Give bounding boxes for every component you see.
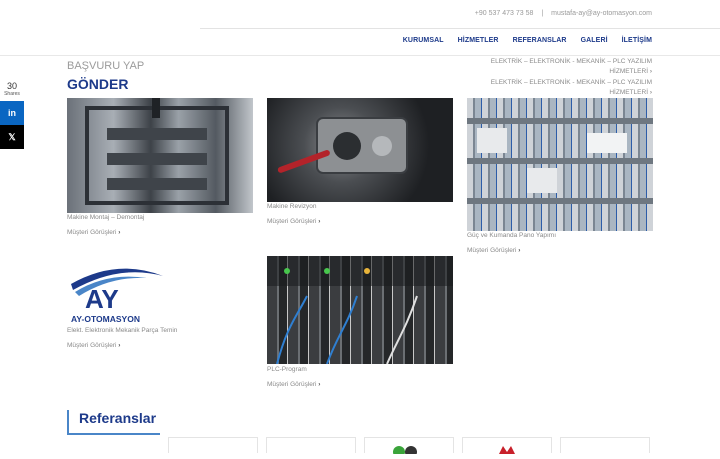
send-button[interactable]: GÖNDER: [67, 76, 128, 92]
customer-reviews-link[interactable]: Müşteri Görüşleri ›: [67, 342, 120, 349]
services-line: ELEKTRİK – ELEKTRONİK - MEKANİK – PLC YA…: [490, 79, 652, 86]
chevron-right-icon: ›: [318, 218, 321, 225]
ay-logo-graphic: AY AY-OTOMASYON: [71, 268, 163, 324]
share-sidebar: 30 Shares in 𝕏: [0, 82, 24, 149]
references-accent-bar: [67, 410, 69, 434]
chevron-right-icon: ›: [118, 229, 121, 236]
customer-reviews-link[interactable]: Müşteri Görüşleri ›: [467, 247, 520, 254]
customer-reviews-link[interactable]: Müşteri Görüşleri ›: [267, 218, 320, 225]
chevron-right-icon: ›: [318, 381, 321, 388]
electrical-panel-photo[interactable]: [467, 98, 653, 231]
chevron-right-icon: ›: [649, 89, 652, 96]
nav-kurumsal[interactable]: KURUMSAL: [403, 37, 444, 44]
services-line: ELEKTRİK – ELEKTRONİK - MEKANİK – PLC YA…: [490, 58, 652, 65]
logo-monogram: AY: [85, 284, 119, 314]
panel-illustration: [467, 118, 653, 204]
nav-divider: [0, 55, 720, 56]
services-line: HİZMETLERİ ›: [609, 89, 652, 96]
reference-logo-card[interactable]: [560, 437, 650, 453]
services-line: HİZMETLERİ ›: [609, 68, 652, 75]
reference-logo-graphic: [499, 446, 515, 454]
card-caption: Elekt. Elektronik Mekanik Parça Temin: [67, 327, 178, 334]
services-link-1[interactable]: ELEKTRİK – ELEKTRONİK - MEKANİK – PLC YA…: [482, 57, 652, 77]
customer-reviews-link[interactable]: Müşteri Görüşleri ›: [267, 381, 320, 388]
contact-info: +90 537 473 73 58 | mustafa-ay@ay-otomas…: [475, 10, 652, 17]
carburetor-illustration: [277, 117, 408, 174]
card-caption: Güç ve Kumanda Pano Yapımı: [467, 232, 557, 239]
reference-logo-card[interactable]: [462, 437, 552, 454]
main-nav: KURUMSAL HİZMETLER REFERANSLAR GALERİ İL…: [403, 37, 652, 44]
chevron-right-icon: ›: [118, 342, 121, 349]
top-bar: +90 537 473 73 58 | mustafa-ay@ay-otomas…: [0, 0, 720, 28]
x-share-button[interactable]: 𝕏: [0, 125, 24, 149]
chevron-right-icon: ›: [649, 68, 652, 75]
linkedin-icon: in: [8, 108, 16, 118]
contact-separator: |: [541, 10, 544, 17]
email-link[interactable]: mustafa-ay@ay-otomasyon.com: [551, 10, 652, 17]
reference-logo-card[interactable]: [364, 437, 454, 458]
reference-logo-card[interactable]: [168, 437, 258, 453]
card-caption: PLC-Program: [267, 366, 307, 373]
phone-link[interactable]: +90 537 473 73 58: [475, 10, 534, 17]
reference-logo-card[interactable]: [266, 437, 356, 453]
linkedin-share-button[interactable]: in: [0, 101, 24, 125]
share-count: 30: [6, 81, 17, 91]
card-caption: Makine Revizyon: [267, 203, 317, 210]
customer-reviews-link[interactable]: Müşteri Görüşleri ›: [67, 229, 120, 236]
ay-otomasyon-logo[interactable]: AY AY-OTOMASYON: [67, 262, 167, 324]
machine-frame-illustration: [85, 98, 229, 205]
references-title: Referanslar: [79, 410, 157, 426]
x-icon: 𝕏: [8, 131, 16, 142]
plc-illustration: [267, 256, 453, 364]
references-underline: [67, 433, 160, 435]
machine-assembly-photo[interactable]: [67, 98, 253, 213]
top-divider: [200, 28, 720, 29]
carburetor-repair-photo[interactable]: [267, 98, 453, 202]
share-label: Shares: [4, 91, 20, 97]
nav-iletisim[interactable]: İLETİŞİM: [622, 37, 652, 44]
card-caption: Makine Montaj – Demontaj: [67, 214, 145, 221]
nav-referanslar[interactable]: REFERANSLAR: [513, 37, 567, 44]
plc-wiring-photo[interactable]: [267, 256, 453, 364]
logo-brand-text: AY-OTOMASYON: [71, 314, 140, 324]
chevron-right-icon: ›: [518, 247, 521, 254]
apply-link[interactable]: BAŞVURU YAP: [67, 60, 144, 72]
reference-logo-graphic: [393, 446, 417, 458]
nav-galeri[interactable]: GALERİ: [581, 37, 608, 44]
nav-hizmetler[interactable]: HİZMETLER: [458, 37, 499, 44]
services-link-2[interactable]: ELEKTRİK – ELEKTRONİK - MEKANİK – PLC YA…: [482, 78, 652, 98]
